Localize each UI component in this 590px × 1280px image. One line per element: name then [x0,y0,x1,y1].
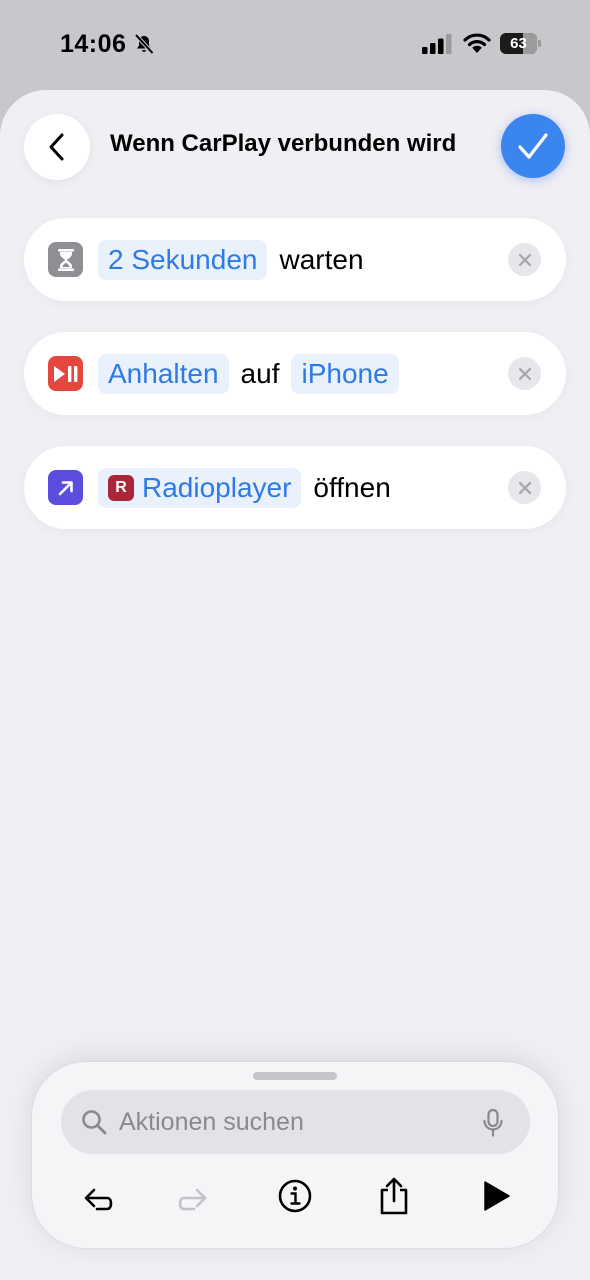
grabber-handle[interactable] [253,1072,337,1080]
play-icon [484,1181,510,1211]
wifi-icon [463,33,491,53]
share-button[interactable] [374,1176,414,1216]
app-name: Radioplayer [142,471,292,503]
remove-action-button[interactable] [508,243,541,276]
search-icon [82,1110,107,1135]
chevron-left-icon [49,133,64,161]
undo-icon [84,1188,113,1211]
page-title: Wenn CarPlay verbunden wird [110,130,457,157]
action-wait[interactable]: 2 Sekunden warten [24,218,566,301]
playback-mode-parameter[interactable]: Anhalten [98,353,229,394]
redo-button[interactable] [176,1176,216,1216]
run-button[interactable] [475,1176,515,1216]
microphone-icon[interactable] [481,1108,505,1138]
remove-action-button[interactable] [508,471,541,504]
open-app-icon [48,470,83,505]
info-icon [278,1179,312,1213]
back-button[interactable] [24,114,90,180]
remove-action-button[interactable] [508,357,541,390]
status-bar: 14:06 63 [0,0,590,90]
info-button[interactable] [275,1176,315,1216]
action-text: auf [240,357,280,389]
duration-parameter[interactable]: 2 Sekunden [98,239,268,280]
device-parameter[interactable]: iPhone [291,353,399,394]
checkmark-icon [518,133,548,159]
status-time: 14:06 [60,30,127,58]
radioplayer-app-icon: R [108,474,134,501]
search-field[interactable] [61,1090,530,1154]
play-pause-icon [48,356,83,391]
share-icon [380,1177,408,1215]
app-parameter[interactable]: R Radioplayer [98,467,302,508]
battery-indicator: 63 [500,33,542,54]
action-search-panel [32,1062,558,1248]
search-input[interactable] [119,1090,459,1154]
action-text: warten [279,243,364,275]
battery-percent: 63 [510,35,527,52]
app-icon-letter: R [115,478,127,496]
action-text: öffnen [313,471,391,503]
bell-slash-icon [134,33,154,55]
cellular-signal-icon [422,34,452,54]
hourglass-icon [48,242,83,277]
close-icon [518,367,531,380]
close-icon [518,481,531,494]
action-pause[interactable]: Anhalten auf iPhone [24,332,566,415]
done-button[interactable] [501,114,565,178]
action-open-app[interactable]: R Radioplayer öffnen [24,446,566,529]
close-icon [518,253,531,266]
undo-button[interactable] [75,1176,115,1216]
redo-icon [178,1188,207,1211]
